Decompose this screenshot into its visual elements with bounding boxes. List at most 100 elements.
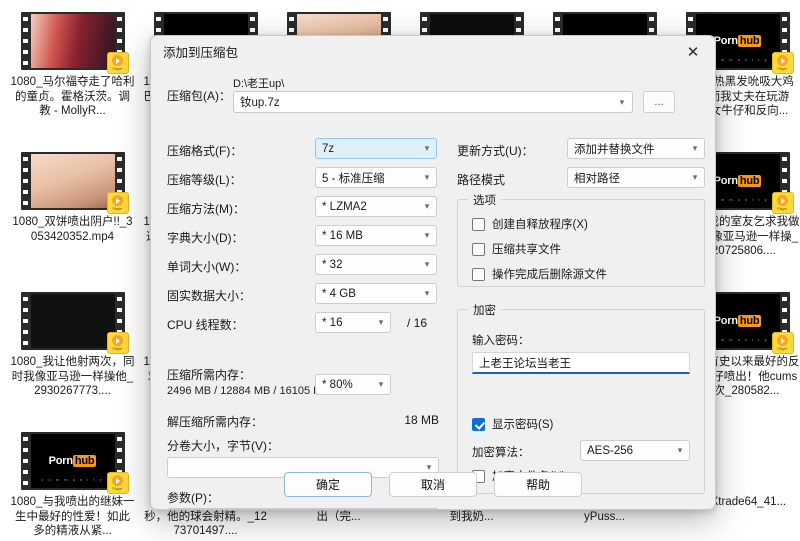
compression-method-select[interactable]: * LZMA2 ▾ — [315, 196, 437, 217]
play-overlay-icon: Player — [106, 192, 129, 214]
play-badge-label: Player — [112, 347, 123, 351]
archive-row: 压缩包(A)： D:\老王up\ 钕up.7z ▾ ... — [165, 73, 701, 119]
play-badge-label: Player — [112, 67, 123, 71]
chevron-down-icon: ▾ — [677, 445, 683, 455]
compress-memory-label: 压缩所需内存： — [167, 368, 252, 382]
word-size-value: * 32 — [322, 258, 343, 271]
cpu-threads-select[interactable]: * 16 ▾ — [315, 312, 391, 333]
archive-name-value: 钕up.7z — [240, 97, 280, 109]
close-icon[interactable]: ✕ — [671, 36, 715, 67]
memory-usage-block: 压缩所需内存： 2496 MB / 12884 MB / 16105 MB * … — [167, 366, 439, 397]
pornhub-logo: Pornhub — [713, 175, 762, 187]
update-mode-value: 添加并替换文件 — [574, 143, 655, 156]
field-dictionary-size: 字典大小(D)： * 16 MB ▾ — [167, 224, 439, 253]
decompress-memory-label: 解压缩所需内存： — [167, 415, 264, 429]
cpu-threads-label: CPU 线程数： — [167, 318, 244, 332]
memory-percent-select[interactable]: * 80% ▾ — [315, 374, 391, 395]
compression-method-value: * LZMA2 — [322, 200, 367, 213]
filmstrip-perforations — [21, 292, 31, 350]
ok-button[interactable]: 确定 — [284, 472, 372, 497]
file-name-label: 1080_马尔福夺走了哈利的童贞。霍格沃茨。调教 - MollyR... — [10, 76, 135, 117]
password-value: 上老王论坛当老王 — [479, 357, 571, 370]
update-mode-select[interactable]: 添加并替换文件 ▾ — [567, 138, 705, 159]
file-tile[interactable]: Porn hub c o m m u n i t y Player 1080_与我喷出的… — [6, 428, 139, 541]
video-thumbnail: Player — [20, 152, 129, 214]
parameters-input[interactable] — [167, 508, 439, 509]
file-tile[interactable]: Player 1080_马尔福夺走了哈利的童贞。霍格沃茨。调教 - MollyR.… — [6, 8, 139, 148]
thumbnail-image — [30, 294, 115, 348]
play-icon — [777, 195, 788, 206]
archive-format-label: 压缩格式(F)： — [167, 144, 243, 158]
field-word-size: 单词大小(W)： * 32 ▾ — [167, 253, 439, 282]
checkbox-delete-after[interactable]: 操作完成后删除源文件 — [458, 266, 704, 282]
encryption-algorithm-label: 加密算法： — [472, 447, 530, 459]
checkbox-checked-icon — [472, 417, 485, 431]
path-mode-value: 相对路径 — [574, 172, 620, 185]
play-overlay-icon: Player — [106, 332, 129, 354]
play-icon — [112, 335, 123, 346]
path-mode-select[interactable]: 相对路径 ▾ — [567, 167, 705, 188]
chevron-down-icon: ▾ — [424, 259, 430, 269]
compression-level-label: 压缩等级(L)： — [167, 173, 242, 187]
checkbox-create-sfx[interactable]: 创建自释放程序(X) — [458, 216, 704, 232]
thumbnail-image — [30, 14, 115, 68]
play-overlay-icon: Player — [106, 52, 129, 74]
field-compression-level: 压缩等级(L)： 5 - 标准压缩 ▾ — [167, 166, 439, 195]
pornhub-logo-subtitle: c o m m u n i t y — [41, 477, 104, 482]
checkbox-icon — [472, 242, 485, 256]
play-badge-label: Player — [777, 67, 788, 71]
field-path-mode: 路径模式 相对路径 ▾ — [457, 166, 705, 195]
chevron-down-icon: ▾ — [378, 379, 384, 389]
memory-percent-value: * 80% — [322, 378, 353, 391]
word-size-select[interactable]: * 32 ▾ — [315, 254, 437, 275]
encryption-group-title: 加密 — [468, 302, 501, 318]
left-settings-column: 压缩格式(F)： 7z ▾ 压缩等级(L)： 5 - 标准压缩 ▾ 压缩方法(M… — [167, 137, 439, 509]
add-to-archive-dialog: 添加到压缩包 ✕ 压缩包(A)： D:\老王up\ 钕up.7z ▾ ... 压… — [150, 35, 716, 510]
pornhub-logo: Pornhub — [48, 455, 97, 467]
cancel-button[interactable]: 取消 — [389, 472, 477, 497]
compression-level-select[interactable]: 5 - 标准压缩 ▾ — [315, 167, 437, 188]
password-input[interactable]: 上老王论坛当老王 — [472, 352, 690, 374]
chevron-down-icon: ▾ — [426, 462, 432, 472]
browse-button[interactable]: ... — [643, 91, 675, 113]
compression-level-value: 5 - 标准压缩 — [322, 172, 385, 185]
archive-format-value: 7z — [322, 142, 335, 155]
play-badge-label: Player — [777, 347, 788, 351]
checkbox-show-password-label: 显示密码(S) — [492, 419, 554, 431]
field-compression-method: 压缩方法(M)： * LZMA2 ▾ — [167, 195, 439, 224]
archive-label: 压缩包(A)： — [167, 89, 231, 103]
dialog-titlebar: 添加到压缩包 ✕ — [151, 36, 715, 67]
chevron-down-icon[interactable]: ▾ — [616, 97, 628, 107]
chevron-down-icon: ▾ — [424, 172, 430, 182]
solid-block-size-select[interactable]: * 4 GB ▾ — [315, 283, 437, 304]
chevron-down-icon: ▾ — [378, 317, 384, 327]
file-name-label: 1080_我让他射两次，同时我像亚马逊一样操他_2930267773.... — [10, 356, 135, 397]
dictionary-size-select[interactable]: * 16 MB ▾ — [315, 225, 437, 246]
archive-format-select[interactable]: 7z ▾ — [315, 138, 437, 159]
solid-block-size-label: 固实数据大小： — [167, 289, 252, 303]
encryption-algorithm-value: AES-256 — [587, 444, 634, 457]
archive-path-text: D:\老王up\ — [233, 78, 285, 90]
help-button[interactable]: 帮助 — [494, 472, 582, 497]
encryption-algorithm-select[interactable]: AES-256 ▾ — [580, 440, 690, 461]
field-solid-block-size: 固实数据大小： * 4 GB ▾ — [167, 282, 439, 311]
checkbox-create-sfx-label: 创建自释放程序(X) — [492, 219, 588, 231]
dialog-title: 添加到压缩包 — [163, 46, 239, 60]
solid-block-size-value: * 4 GB — [322, 287, 356, 300]
filmstrip-perforations — [21, 12, 31, 70]
play-icon — [112, 195, 123, 206]
checkbox-icon — [472, 217, 485, 231]
play-icon — [777, 55, 788, 66]
dictionary-size-label: 字典大小(D)： — [167, 231, 244, 245]
play-overlay-icon: Player — [106, 472, 129, 494]
compress-memory-value: 2496 MB / 12884 MB / 16105 MB — [167, 385, 330, 397]
play-overlay-icon: Player — [771, 192, 794, 214]
pornhub-logo: Pornhub — [713, 35, 762, 47]
filmstrip-perforations — [21, 432, 31, 490]
checkbox-compress-shared[interactable]: 压缩共享文件 — [458, 241, 704, 257]
checkbox-show-password[interactable]: 显示密码(S) — [472, 416, 553, 432]
file-tile[interactable]: Player 1080_我让他射两次，同时我像亚马逊一样操他_2930267773… — [6, 288, 139, 428]
archive-name-input[interactable]: 钕up.7z ▾ — [233, 91, 633, 113]
play-icon — [112, 475, 123, 486]
file-tile[interactable]: Player 1080_双饼喷出阴户!!_3053420352.mp4 — [6, 148, 139, 288]
